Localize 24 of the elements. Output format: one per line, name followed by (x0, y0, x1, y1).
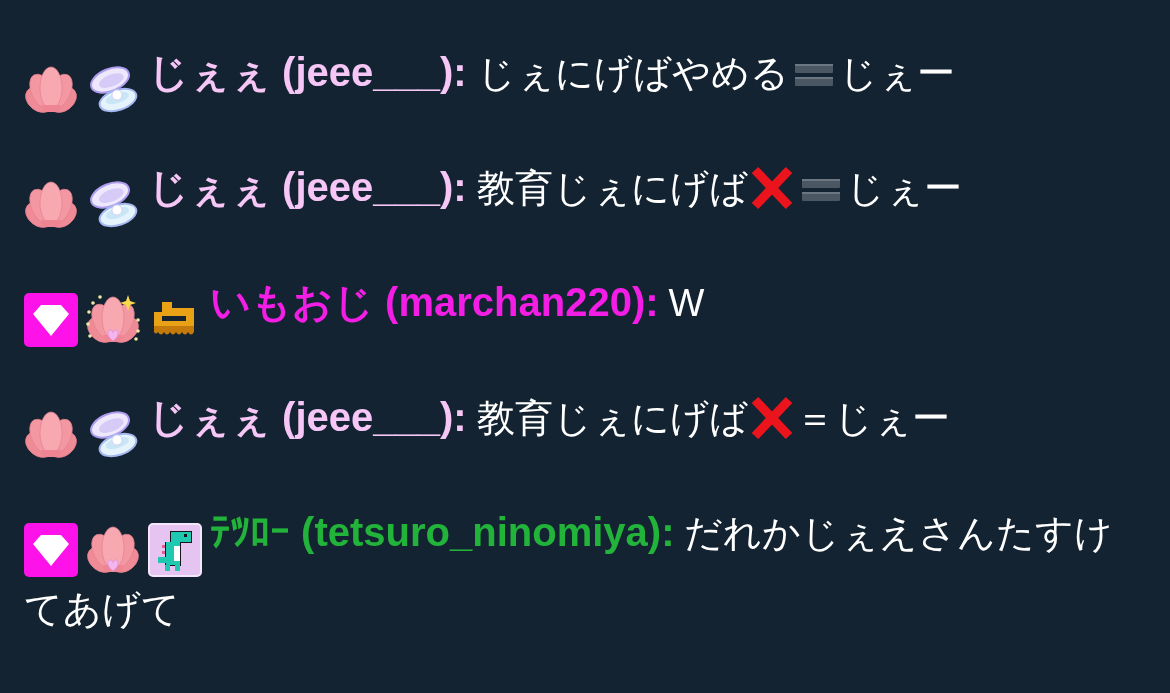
message-text: だれかじぇえさんたすけ (684, 512, 1114, 554)
pixel-dinosaur-icon (148, 523, 202, 577)
username[interactable]: じぇぇ (jeee___): (148, 50, 467, 94)
message-text: ＝じぇー (795, 397, 950, 439)
gem-icon (24, 293, 78, 347)
message-text: 教育じぇにげば (476, 167, 748, 209)
scallop-shell-icon (24, 179, 78, 229)
shell-sparkle-icon (86, 294, 140, 344)
message-text: W (668, 282, 705, 324)
message-text: 教育じぇにげば (476, 397, 748, 439)
gem-icon (24, 523, 78, 577)
scallop-shell-icon (24, 409, 78, 459)
equals-sign-icon (794, 64, 833, 86)
message-text: てあげて (24, 588, 180, 630)
message-text: じぇー (838, 52, 955, 94)
scallop-shell-icon (24, 64, 78, 114)
username[interactable]: ﾃﾂﾛｰ (tetsuro_ninomiya): (210, 510, 675, 554)
message-text: じぇにげばやめる (476, 52, 789, 94)
equals-sign-icon (801, 179, 840, 201)
message-text: じぇー (845, 167, 962, 209)
shell-heart-icon (86, 524, 140, 574)
username[interactable]: じぇぇ (jeee___): (148, 165, 467, 209)
username[interactable]: じぇぇ (jeee___): (148, 395, 467, 439)
username[interactable]: いもおじ (marchan220): (210, 280, 659, 324)
